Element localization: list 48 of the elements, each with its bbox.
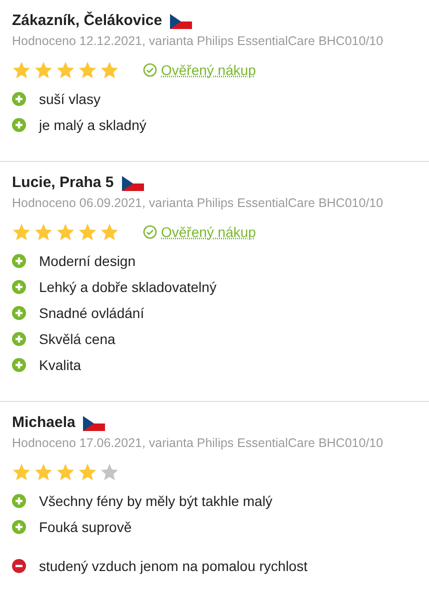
flag-icon [83,416,106,430]
con-text: studený vzduch jenom na pomalou rychlost [39,556,308,576]
check-circle-icon [143,225,157,239]
plus-icon [12,254,26,268]
pro-text: je malý a skladný [39,116,146,135]
star-icon [12,223,31,241]
pro-text: Skvělá cena [39,330,116,348]
plus-icon [12,520,26,534]
reviewer-name: Michaela [12,412,76,433]
review-meta: Hodnoceno 06.09.2021, varianta Philips EssentialCare BHC010/10 [12,195,384,212]
plus-icon [12,280,26,294]
pro-text: Snadné ovládání [39,304,144,322]
star-icon [56,463,75,481]
star-icon [34,61,53,79]
star-icon [78,463,97,481]
review-meta: Hodnoceno 17.06.2021, varianta Philips EssentialCare BHC010/10 [12,435,384,452]
pro-text: Kvalita [39,356,82,374]
star-icon [100,61,119,79]
pro-text: Všechny fény by měly být takhle malý [39,492,272,511]
plus-icon [12,306,26,320]
plus-icon [12,358,26,372]
flag-icon [122,176,144,190]
reviewer-name: Lucie, Praha 5 [12,172,114,193]
star-icon [12,463,31,481]
star-icon [34,463,53,481]
star-icon [56,223,75,241]
star-icon [12,61,31,79]
pro-text: Lehký a dobře skladovatelný [39,278,216,297]
pro-text: Moderní design [39,252,136,271]
star-icon [100,463,119,481]
star-icon [100,223,119,241]
minus-icon [12,559,26,573]
pro-text: Fouká suprově [39,518,132,537]
plus-icon [12,92,26,106]
star-icon [56,61,75,79]
pro-text: suší vlasy [39,90,100,109]
plus-icon [12,332,26,346]
plus-icon [12,494,26,508]
review-meta: Hodnoceno 12.12.2021, varianta Philips EssentialCare BHC010/10 [12,33,384,50]
star-icon [78,223,97,241]
plus-icon [12,118,26,132]
check-circle-icon [143,63,157,77]
star-icon [34,223,53,241]
verified-purchase-badge[interactable]: Ověřený nákup [143,60,256,80]
reviewer-name: Zákazník, Čelákovice [12,10,162,31]
star-icon [78,61,97,79]
flag-icon [170,14,192,28]
verified-purchase-badge[interactable]: Ověřený nákup [143,222,256,242]
